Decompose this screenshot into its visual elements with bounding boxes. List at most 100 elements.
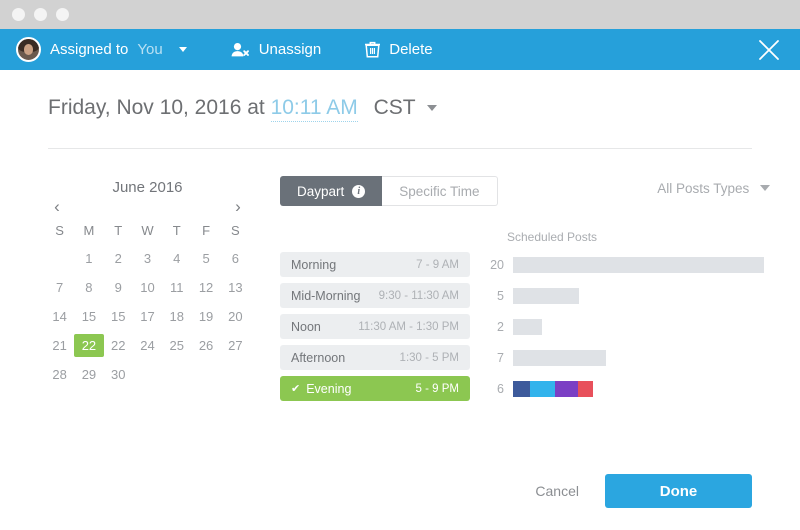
calendar-day-selected[interactable]: 22: [74, 334, 104, 357]
calendar-day[interactable]: 22: [104, 334, 133, 357]
calendar-day[interactable]: 4: [162, 247, 191, 270]
calendar-day[interactable]: 6: [221, 247, 250, 270]
calendar-weekday: S: [231, 223, 240, 238]
done-button[interactable]: Done: [605, 474, 752, 508]
bar-count: 6: [497, 381, 504, 396]
calendar-day[interactable]: 9: [104, 276, 133, 299]
trash-icon: [365, 41, 381, 58]
calendar-next-button[interactable]: ›: [230, 197, 246, 215]
assigned-to-prefix: Assigned to: [50, 41, 129, 58]
unassign-label: Unassign: [258, 41, 322, 58]
daypart-row[interactable]: Noon 11:30 AM - 1:30 PM: [280, 314, 470, 339]
calendar-day[interactable]: 2: [104, 247, 133, 270]
calendar-month-label: June 2016: [112, 179, 183, 196]
view-tabs: Daypart i Specific Time All Posts Types: [280, 176, 770, 206]
bar-fill: [513, 256, 764, 273]
post-types-dropdown[interactable]: All Posts Types: [657, 181, 770, 196]
bar-row: 7: [480, 345, 770, 370]
bar-count: 7: [497, 350, 504, 365]
scheduling-panel: Daypart i Specific Time All Posts Types …: [280, 176, 770, 401]
calendar-grid: S M T W T F S 1 2 3 4 5 6 7 8 9 10 11 12 13 14 15 15 17 18 19 20 21…: [45, 221, 250, 386]
daypart-time-range: 9:30 - 11:30 AM: [378, 289, 459, 302]
schedule-datetime-header: Friday, Nov 10, 2016 at 10:11 AM CST: [0, 70, 800, 122]
bar-count: 20: [490, 257, 504, 272]
dialog-footer: Cancel Done: [0, 452, 800, 530]
close-dialog-button[interactable]: [754, 35, 784, 65]
daypart-row[interactable]: Mid-Morning 9:30 - 11:30 AM: [280, 283, 470, 308]
assigned-to-dropdown[interactable]: Assigned to You: [16, 29, 187, 70]
delete-button[interactable]: Delete: [365, 29, 433, 70]
calendar-prev-button[interactable]: ‹: [49, 197, 65, 215]
calendar-day[interactable]: 13: [221, 276, 250, 299]
bar-segment-twitter: [530, 380, 555, 397]
calendar-day[interactable]: 10: [133, 276, 162, 299]
calendar-day[interactable]: 18: [162, 305, 191, 328]
delete-label: Delete: [389, 41, 433, 58]
time-field[interactable]: 10:11 AM: [270, 96, 358, 122]
calendar-day[interactable]: 15: [104, 305, 133, 328]
calendar-day[interactable]: 12: [191, 276, 220, 299]
daypart-row[interactable]: Afternoon 1:30 - 5 PM: [280, 345, 470, 370]
calendar-day[interactable]: 3: [133, 247, 162, 270]
tab-specific-time[interactable]: Specific Time: [382, 176, 498, 206]
calendar-day[interactable]: 30: [104, 363, 133, 386]
unassign-button[interactable]: Unassign: [231, 29, 322, 70]
calendar-day[interactable]: 11: [162, 276, 191, 299]
tab-specific-time-label: Specific Time: [399, 183, 480, 199]
bar-track: [513, 318, 542, 335]
calendar-day[interactable]: 21: [45, 334, 74, 357]
bar-row: 6: [480, 376, 770, 401]
date-text: Friday, Nov 10, 2016 at: [48, 96, 265, 119]
scheduled-posts-chart: 20 5 2 7 6: [480, 252, 770, 407]
info-icon[interactable]: i: [352, 184, 366, 198]
calendar-day[interactable]: 19: [191, 305, 220, 328]
app-window: Assigned to You Unassign Delete Friday, …: [0, 0, 800, 530]
bar-row: 20: [480, 252, 770, 277]
calendar-weekday: F: [202, 223, 211, 238]
bar-track: [513, 380, 593, 397]
avatar: [16, 37, 41, 62]
window-maximize-dot[interactable]: [56, 8, 69, 21]
assigned-to-value: You: [137, 41, 163, 58]
calendar-weekday: M: [83, 223, 95, 238]
calendar-day[interactable]: 27: [221, 334, 250, 357]
calendar-day[interactable]: 14: [45, 305, 74, 328]
bar-row: 2: [480, 314, 770, 339]
cancel-button[interactable]: Cancel: [535, 483, 579, 499]
post-types-label: All Posts Types: [657, 181, 750, 196]
calendar-day[interactable]: 29: [74, 363, 103, 386]
timezone-label: CST: [373, 96, 416, 119]
calendar-day[interactable]: 15: [74, 305, 103, 328]
calendar-day[interactable]: 1: [74, 247, 103, 270]
bar-segment-pinterest: [578, 380, 593, 397]
window-close-dot[interactable]: [12, 8, 25, 21]
calendar-day[interactable]: 7: [45, 276, 74, 299]
calendar-day[interactable]: 17: [133, 305, 162, 328]
calendar-day[interactable]: 20: [221, 305, 250, 328]
calendar-day[interactable]: 25: [162, 334, 191, 357]
bar-track: [513, 256, 764, 273]
calendar-weekday: T: [172, 223, 181, 238]
bar-fill: [513, 318, 542, 335]
daypart-time-range: 7 - 9 AM: [416, 258, 459, 271]
chevron-down-icon: [178, 47, 187, 52]
action-toolbar: Assigned to You Unassign Delete: [0, 29, 800, 70]
chevron-down-icon: [427, 105, 438, 111]
calendar-day[interactable]: 24: [133, 334, 162, 357]
calendar-day[interactable]: 28: [45, 363, 74, 386]
window-minimize-dot[interactable]: [34, 8, 47, 21]
calendar-day[interactable]: 8: [74, 276, 103, 299]
daypart-list: Morning 7 - 9 AM Mid-Morning 9:30 - 11:30 A…: [280, 252, 470, 407]
calendar-day[interactable]: 5: [191, 247, 220, 270]
calendar-day[interactable]: 26: [191, 334, 220, 357]
scheduled-posts-label: Scheduled Posts: [507, 230, 598, 244]
daypart-row[interactable]: ✔ Evening 5 - 9 PM: [280, 376, 470, 401]
daypart-name: Noon: [291, 319, 321, 334]
daypart-name: Mid-Morning: [291, 288, 361, 303]
bar-count: 5: [497, 288, 504, 303]
window-titlebar: [0, 0, 800, 29]
timezone-dropdown[interactable]: CST: [373, 96, 438, 119]
daypart-time-range: 11:30 AM - 1:30 PM: [358, 320, 459, 333]
tab-daypart[interactable]: Daypart i: [280, 176, 383, 206]
daypart-row[interactable]: Morning 7 - 9 AM: [280, 252, 470, 277]
